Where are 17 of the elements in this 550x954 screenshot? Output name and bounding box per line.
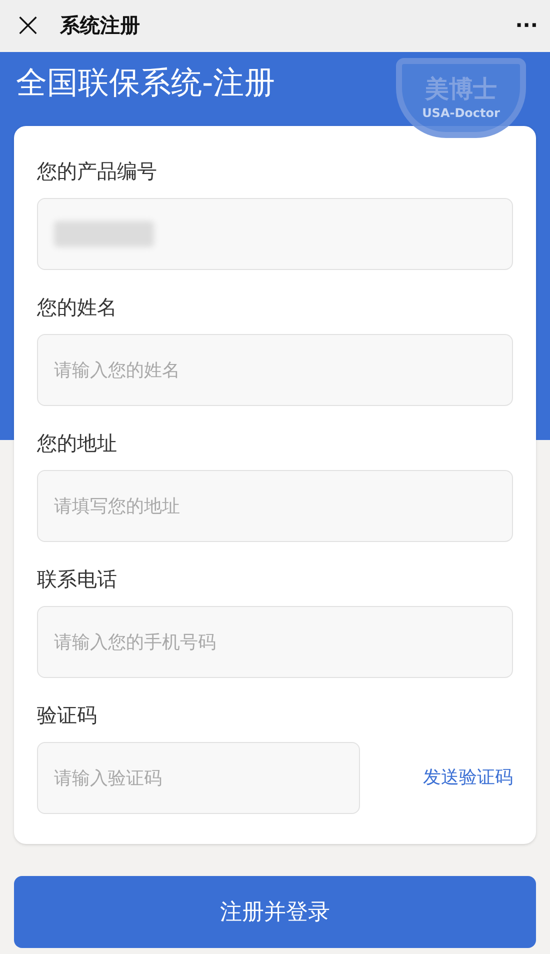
close-button[interactable]: × <box>12 8 44 42</box>
register-button[interactable]: 注册并登录 <box>14 876 536 948</box>
input-field[interactable]: 请填写您的地址 <box>37 470 513 542</box>
page-title: 系统注册 <box>60 12 140 39</box>
field-label: 联系电话 <box>37 566 118 593</box>
field-label: 您的产品编号 <box>37 158 158 185</box>
more-button[interactable]: ··· <box>515 11 538 39</box>
field-label: 验证码 <box>37 702 98 729</box>
code-field[interactable]: 请输入验证码 <box>37 742 360 814</box>
send-code-link[interactable]: 发送验证码 <box>423 764 513 792</box>
banner-title: 全国联保系统-注册 <box>15 64 276 103</box>
input-field[interactable]: 请输入您的手机号码 <box>37 606 513 678</box>
logo-subtitle: USA-Doctor <box>422 105 500 122</box>
input-field[interactable]: 请输入您的姓名 <box>37 334 513 406</box>
field-label: 您的姓名 <box>37 294 118 321</box>
field-label: 您的地址 <box>37 430 118 457</box>
product-number-field[interactable] <box>37 198 513 270</box>
